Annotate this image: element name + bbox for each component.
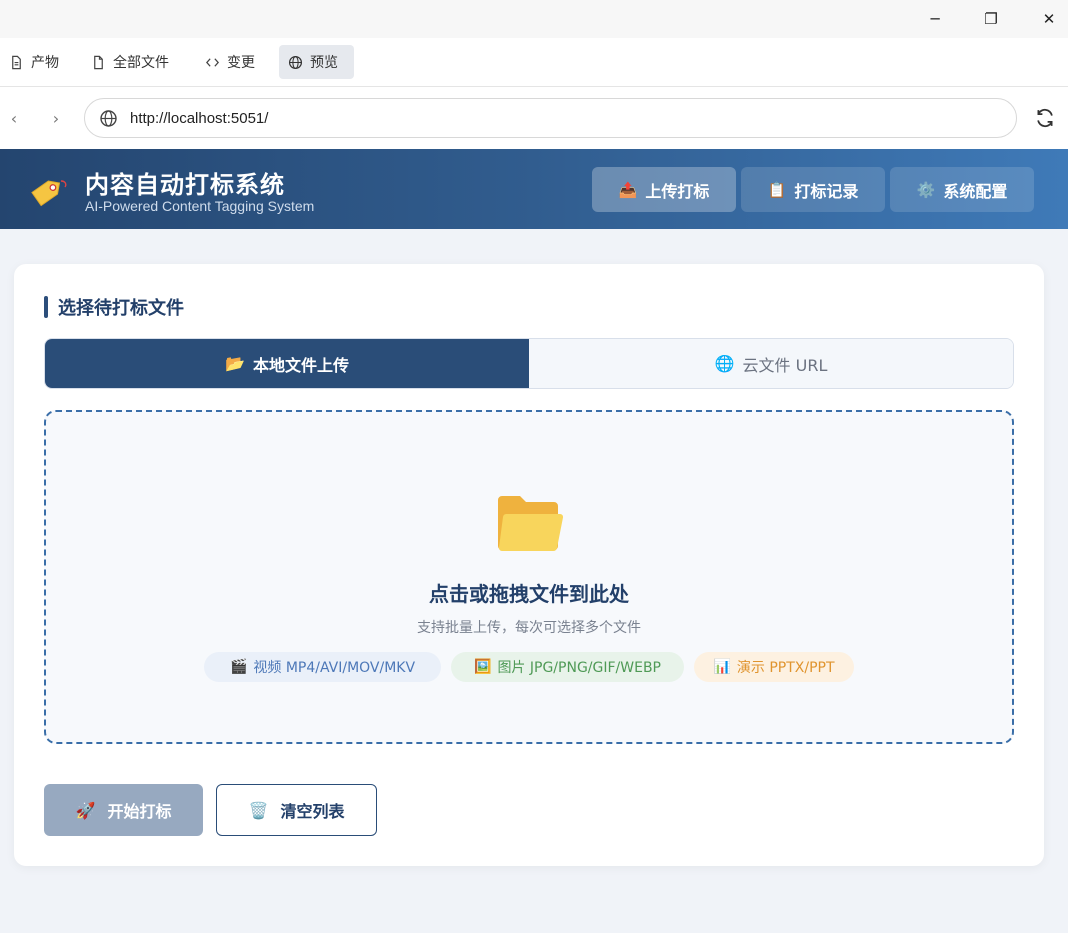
- section-title: 选择待打标文件: [44, 295, 184, 319]
- trash-icon: 🗑️: [248, 800, 269, 820]
- mode-label: 本地文件上传: [252, 355, 349, 375]
- format-chip-image: 🖼️ 图片 JPG/PNG/GIF/WEBP: [451, 652, 684, 682]
- workspace-tabs: 产物 全部文件 变更 预览: [0, 38, 1068, 87]
- clipboard-icon: 📋: [767, 180, 787, 199]
- section-title-text: 选择待打标文件: [58, 298, 184, 319]
- mode-cloud-url[interactable]: 🌐 云文件 URL: [529, 339, 1013, 388]
- button-label: 清空列表: [280, 802, 345, 821]
- forward-button[interactable]: ›: [45, 107, 67, 129]
- gear-icon: ⚙️: [916, 180, 936, 199]
- dropzone-subtitle: 支持批量上传，每次可选择多个文件: [417, 620, 641, 636]
- globe-icon: 🌐: [714, 354, 735, 373]
- tab-label: 变更: [227, 55, 255, 71]
- app-title: 内容自动打标系统: [85, 171, 285, 199]
- minimize-button[interactable]: ─: [912, 4, 958, 34]
- open-folder-icon: [498, 496, 564, 552]
- url-text: http://localhost:5051/: [130, 109, 269, 127]
- chevron-left-icon: ‹: [10, 108, 18, 128]
- button-label: 开始打标: [107, 802, 172, 821]
- mode-label: 云文件 URL: [742, 355, 828, 375]
- upload-card: 选择待打标文件 📂 本地文件上传 🌐 云文件 URL 点击或拖拽文件到此处 支持…: [14, 264, 1044, 866]
- tab-label: 产物: [31, 55, 59, 71]
- app-header: 内容自动打标系统 AI-Powered Content Tagging Syst…: [0, 149, 1068, 229]
- chip-label: 视频 MP4/AVI/MOV/MKV: [253, 660, 416, 676]
- tag-logo-icon: [31, 180, 67, 207]
- tab-changes[interactable]: 变更: [196, 45, 264, 79]
- picture-icon: 🖼️: [474, 659, 492, 675]
- back-button[interactable]: ‹: [3, 107, 25, 129]
- globe-icon: [288, 55, 303, 69]
- window-titlebar: ─ ❐ ✕: [0, 0, 1068, 38]
- dropzone-title: 点击或拖拽文件到此处: [429, 582, 629, 606]
- chip-label: 演示 PPTX/PPT: [736, 660, 835, 676]
- bar-chart-icon: 📊: [713, 659, 731, 675]
- rocket-icon: 🚀: [75, 800, 96, 820]
- document-icon: [12, 55, 21, 69]
- nav-upload-tagging[interactable]: 📤 上传打标: [592, 167, 736, 212]
- file-icon: [94, 55, 103, 69]
- upload-mode-switch: 📂 本地文件上传 🌐 云文件 URL: [44, 338, 1014, 389]
- tab-preview[interactable]: 预览: [279, 45, 354, 79]
- start-tagging-button[interactable]: 🚀 开始打标: [44, 784, 203, 836]
- app-subtitle: AI-Powered Content Tagging System: [85, 198, 315, 214]
- folder-icon: 📂: [225, 354, 245, 373]
- globe-icon: [100, 109, 117, 127]
- nav-label: 上传打标: [645, 181, 710, 201]
- outbox-icon: 📤: [618, 180, 638, 199]
- clapper-icon: 🎬: [229, 659, 248, 675]
- title-accent-bar: [44, 296, 48, 318]
- close-button[interactable]: ✕: [1026, 4, 1068, 34]
- nav-system-config[interactable]: ⚙️ 系统配置: [890, 167, 1034, 212]
- nav-label: 系统配置: [943, 181, 1008, 201]
- reload-icon[interactable]: [1034, 107, 1056, 129]
- format-chip-presentation: 📊 演示 PPTX/PPT: [694, 652, 854, 682]
- file-dropzone[interactable]: 点击或拖拽文件到此处 支持批量上传，每次可选择多个文件 🎬 视频 MP4/AVI…: [44, 410, 1014, 744]
- restore-button[interactable]: ❐: [968, 4, 1014, 34]
- tab-artifacts[interactable]: 产物: [0, 45, 68, 79]
- format-chip-video: 🎬 视频 MP4/AVI/MOV/MKV: [204, 652, 441, 682]
- browser-toolbar: ‹ › http://localhost:5051/: [0, 87, 1068, 149]
- nav-label: 打标记录: [794, 181, 859, 201]
- tab-label: 全部文件: [113, 55, 169, 71]
- address-bar[interactable]: http://localhost:5051/: [84, 98, 1017, 138]
- code-icon: [206, 57, 219, 67]
- clear-list-button[interactable]: 🗑️ 清空列表: [216, 784, 377, 836]
- nav-tagging-records[interactable]: 📋 打标记录: [741, 167, 885, 212]
- chip-label: 图片 JPG/PNG/GIF/WEBP: [497, 660, 661, 676]
- mode-local-upload[interactable]: 📂 本地文件上传: [45, 339, 529, 388]
- tab-label: 预览: [310, 55, 338, 71]
- chevron-right-icon: ›: [52, 108, 60, 128]
- tab-all-files[interactable]: 全部文件: [82, 45, 178, 79]
